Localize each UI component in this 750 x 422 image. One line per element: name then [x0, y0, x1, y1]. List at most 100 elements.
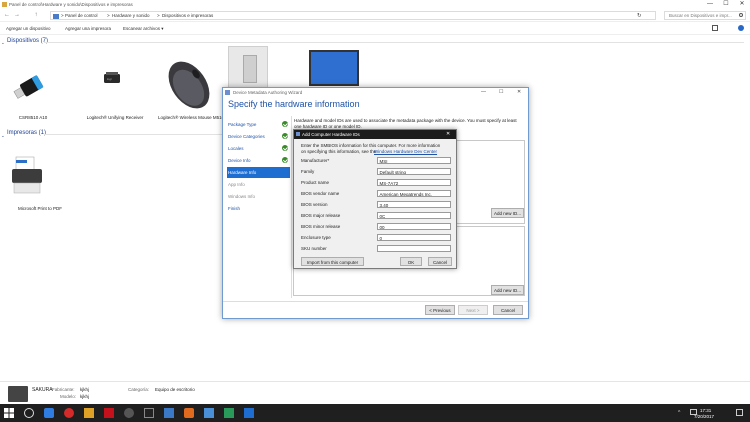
bios-major-release-field[interactable]: 0C [377, 212, 451, 219]
app-icon[interactable] [164, 408, 174, 418]
device-label: Logitech® Wireless Mouse M510 [158, 115, 225, 120]
maximize-button[interactable]: ☐ [718, 0, 734, 9]
netflix-icon[interactable] [104, 408, 114, 418]
field-label: BIOS vendor name [301, 191, 340, 196]
refresh-icon[interactable]: ↻ [637, 13, 642, 19]
control-panel-icon [53, 13, 59, 19]
action-center-icon[interactable] [736, 409, 743, 416]
import-from-computer-button[interactable]: Import from this computer [301, 257, 364, 266]
forward-button[interactable]: → [13, 11, 21, 19]
collapse-icon[interactable]: ⌄ [1, 40, 5, 46]
product-name-field[interactable]: MS-7A72 [377, 179, 451, 186]
bios-minor-release-field[interactable]: 00 [377, 223, 451, 230]
scan-button[interactable]: Escanear archivos ▾ [123, 26, 164, 32]
step-label: App Info [228, 182, 245, 187]
add-model-id-button[interactable]: Add new ID... [491, 285, 524, 295]
bios-version-field[interactable]: 3.40 [377, 201, 451, 208]
dialog-app-icon [296, 132, 300, 136]
opera-icon[interactable] [64, 408, 74, 418]
model-label: Modelo: [60, 394, 77, 399]
step-device-info[interactable]: Device Info [227, 155, 290, 166]
wizard-description: Hardware and model IDs are used to assoc… [294, 118, 517, 123]
dialog-cancel-button[interactable]: Cancel [428, 257, 452, 266]
step-label: Hardware Info [228, 170, 257, 175]
check-icon [282, 121, 288, 127]
step-windows-info[interactable]: Windows Info [227, 191, 290, 202]
clock-time[interactable]: 17:31 [700, 408, 711, 413]
ok-button[interactable]: OK [400, 257, 422, 266]
edge-icon[interactable] [44, 408, 54, 418]
wizard-minimize-button[interactable]: — [481, 89, 486, 95]
step-device-categories[interactable]: Device Categories [227, 131, 290, 142]
step-app-info[interactable]: App Info [227, 179, 290, 190]
command-bar: Agregar un dispositivo Agregar una impre… [0, 22, 750, 35]
devices-group-header[interactable]: Dispositivos (7) [7, 38, 48, 44]
breadcrumb-hardware-sound[interactable]: Hardware y sonido [112, 13, 150, 18]
start-button[interactable] [4, 408, 14, 418]
step-locales[interactable]: Locales [227, 143, 290, 154]
terminal-icon[interactable] [144, 408, 154, 418]
device-wireless-mouse[interactable] [160, 56, 218, 114]
dialog-close-button[interactable]: ✕ [446, 131, 450, 137]
bios-vendor-field[interactable]: American Megatrends Inc. [377, 190, 451, 197]
manufacturer-field[interactable]: MSI [377, 157, 451, 164]
app-icon[interactable] [204, 408, 214, 418]
manufacturer-value: kjkhj [80, 387, 90, 392]
printer-ms-print-pdf[interactable] [10, 155, 46, 197]
cancel-button[interactable]: Cancel [493, 305, 523, 315]
add-printer-button[interactable]: Agregar una impresora [65, 26, 111, 31]
field-label: BIOS major release [301, 213, 341, 218]
wizard-close-button[interactable]: ✕ [517, 89, 521, 95]
dialog-intro: on specifying this information, see the [301, 149, 377, 154]
field-label: SKU number [301, 246, 327, 251]
step-package-type[interactable]: Package Type [227, 119, 290, 130]
clock-date[interactable]: 7/20/2017 [694, 414, 714, 419]
tray-arrow-icon[interactable]: ^ [678, 410, 680, 416]
step-finish[interactable]: Finish [227, 203, 290, 214]
close-button[interactable]: ✕ [734, 0, 750, 9]
search-input[interactable]: Buscar en Dispositivos e impr... [664, 11, 746, 20]
help-icon[interactable] [738, 25, 744, 31]
computer-name: SAKURA [32, 387, 53, 393]
up-button[interactable]: ↑ [32, 11, 40, 19]
receiver-icon: logi [104, 72, 120, 83]
breadcrumb-separator: > [107, 13, 110, 18]
app-icon[interactable] [184, 408, 194, 418]
app-icon[interactable] [224, 408, 234, 418]
file-explorer-icon[interactable] [84, 408, 94, 418]
device-computer[interactable] [228, 46, 268, 91]
view-options-icon[interactable] [712, 25, 718, 31]
breadcrumb-devices-printers[interactable]: Dispositivos e impresoras [162, 13, 213, 18]
step-label: Device Categories [228, 134, 265, 139]
collapse-icon[interactable]: ⌄ [1, 133, 5, 139]
enclosure-type-field[interactable]: 0 [377, 234, 451, 241]
title-bar: Panel de control\Hardware y sonido\Dispo… [0, 0, 750, 9]
breadcrumb-control-panel[interactable]: Panel de control [65, 13, 98, 18]
field-label: Manufacturer* [301, 158, 330, 163]
hardware-dev-center-link[interactable]: Windows Hardware Dev Center [374, 149, 437, 154]
add-device-button[interactable]: Agregar un dispositivo [6, 26, 51, 31]
address-input[interactable]: > Panel de control > Hardware y sonido >… [50, 11, 656, 20]
device-monitor[interactable] [309, 50, 359, 87]
search-icon [739, 13, 743, 17]
media-player-icon[interactable] [124, 408, 134, 418]
step-hardware-info[interactable]: Hardware Info [227, 167, 290, 178]
nav-divider [291, 116, 292, 298]
family-field[interactable]: Default string [377, 168, 451, 175]
device-label: Logitech® Unifying Receiver [86, 115, 144, 120]
device-csr8510[interactable] [12, 70, 44, 106]
wizard-maximize-button[interactable]: ☐ [499, 89, 503, 95]
computer-tower-icon [243, 55, 257, 83]
device-unifying-receiver[interactable]: logi [102, 68, 124, 88]
cortana-icon[interactable] [24, 408, 34, 418]
next-button[interactable]: Next > [458, 305, 488, 315]
folder-icon [2, 2, 7, 7]
app-icon[interactable] [244, 408, 254, 418]
sku-number-field[interactable] [377, 245, 451, 252]
printers-group-header[interactable]: Impresoras (1) [7, 130, 46, 136]
previous-button[interactable]: < Previous [425, 305, 455, 315]
minimize-button[interactable]: — [702, 0, 718, 9]
check-icon [282, 133, 288, 139]
add-hardware-id-button[interactable]: Add new ID... [491, 208, 524, 218]
back-button[interactable]: ← [3, 11, 11, 19]
